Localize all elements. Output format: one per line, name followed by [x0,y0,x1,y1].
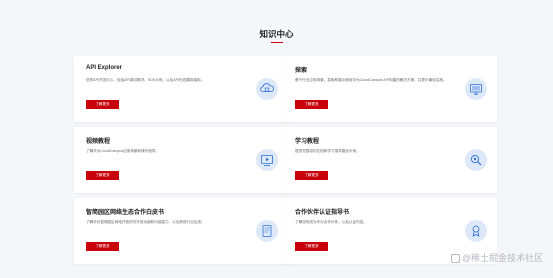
learn-more-button[interactable]: 了解更多 [295,171,328,180]
title-underline [271,42,283,43]
card-description: 了解华为CloudCampus应用场景和操作指导。 [86,149,160,153]
card-description: 了解华为智简园区网络开放的可开放功能和对接能力，以及其他行业应用。 [86,220,205,224]
learn-more-button[interactable]: 了解更多 [86,100,119,109]
card-description: 基于行业应用场景，探索和展示使用华为CloudCampus API构建的解决方案… [295,78,447,82]
learn-more-button[interactable]: 了解更多 [86,242,119,251]
learn-more-button[interactable]: 了解更多 [86,171,119,180]
card-title: API Explorer [86,65,123,71]
watermark: @稀土掘金技术社区 [450,251,543,264]
card-description: 提供完整培训文档和学习指导路径示例。 [295,149,360,153]
card-learning-tutorials: 学习教程 提供完整培训文档和学习指导路径示例。 了解更多 [283,127,497,193]
card-title: 智简园区网络生态合作白皮书 [86,210,165,216]
card-whitepaper: 智简园区网络生态合作白皮书 了解华为智简园区网络开放的可开放功能和对接能力，以及… [74,198,288,264]
learning-search-icon [465,149,487,171]
card-description: 您的API开发中心，包括API调试概况、SDK示例，以及API在线模拟调用。 [86,78,205,82]
watermark-text: @稀土掘金技术社区 [461,253,543,263]
card-title: 视频教程 [86,139,111,145]
card-title: 合作伙伴认证指导书 [295,210,350,216]
learn-more-button[interactable]: 了解更多 [295,100,328,109]
video-play-icon [256,149,278,171]
card-description: 了解如何成为华为合作伙伴，以及认证内容。 [295,220,367,224]
card-api-explorer: API Explorer 您的API开发中心，包括API调试概况、SDK示例，以… [74,56,288,122]
community-logo-icon [450,254,460,263]
card-title: 探索 [295,68,308,74]
card-video-tutorials: 视频教程 了解华为CloudCampus应用场景和操作指导。 了解更多 [74,127,288,193]
partner-certificate-icon [465,220,487,242]
monitor-explore-icon [465,78,487,100]
card-explore: 探索 基于行业应用场景，探索和展示使用华为CloudCampus API构建的解… [283,56,497,122]
page-title: 知识中心 [259,29,294,39]
card-title: 学习教程 [295,139,320,145]
whitepaper-document-icon [256,220,278,242]
learn-more-button[interactable]: 了解更多 [295,242,328,251]
api-cloud-icon [256,78,278,100]
